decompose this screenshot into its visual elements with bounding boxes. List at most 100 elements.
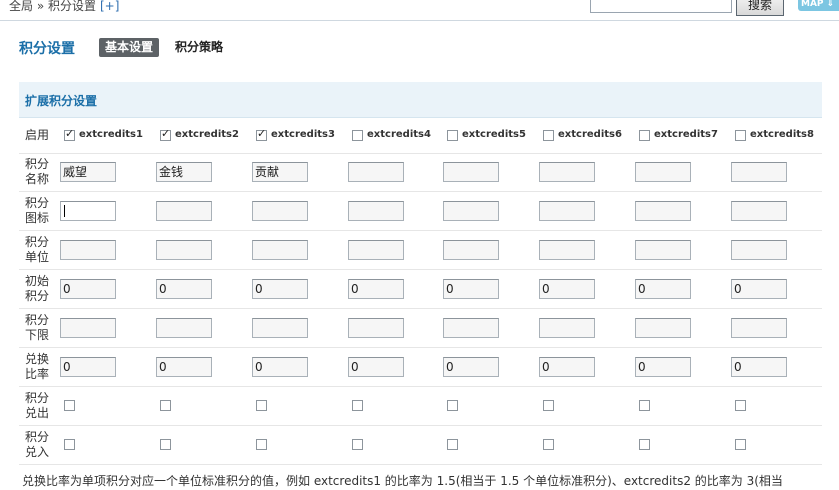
- input-name-7[interactable]: [635, 162, 691, 182]
- input-name-6[interactable]: [539, 162, 595, 182]
- row-label-lower: 积分下限: [25, 313, 50, 342]
- checkbox-allow_in-1[interactable]: [64, 439, 75, 450]
- input-initial-8[interactable]: 0: [731, 279, 787, 299]
- top-bar: 全局 » 积分设置 [+] 搜索 MAP ⇓: [0, 0, 839, 21]
- checkbox-allow_out-8[interactable]: [735, 400, 746, 411]
- checkbox-allow_in-5[interactable]: [447, 439, 458, 450]
- breadcrumb-add-link[interactable]: [+]: [100, 0, 119, 13]
- enable-checkbox-extcredits1[interactable]: [64, 127, 75, 141]
- tab-basic-settings[interactable]: 基本设置: [99, 38, 160, 57]
- input-initial-1[interactable]: 0: [60, 279, 116, 299]
- row-name: 积分名称 威望 金钱 贡献: [19, 153, 822, 192]
- enable-checkbox-extcredits4[interactable]: [352, 130, 363, 141]
- input-initial-6[interactable]: 0: [539, 279, 595, 299]
- input-lower-4[interactable]: [348, 318, 404, 338]
- input-ratio-3[interactable]: 0: [252, 357, 308, 377]
- breadcrumb: 全局 » 积分设置 [+]: [9, 0, 119, 14]
- input-ratio-7[interactable]: 0: [635, 357, 691, 377]
- enable-checkbox-extcredits7[interactable]: [639, 130, 650, 141]
- input-icon-8[interactable]: [731, 201, 787, 221]
- input-unit-6[interactable]: [539, 240, 595, 260]
- row-label-enable: 启用: [25, 128, 50, 142]
- enable-checkbox-extcredits2[interactable]: [160, 127, 171, 141]
- input-icon-1[interactable]: [60, 201, 116, 221]
- row-lower: 积分下限: [19, 309, 822, 348]
- input-lower-3[interactable]: [252, 318, 308, 338]
- input-unit-8[interactable]: [731, 240, 787, 260]
- input-icon-5[interactable]: [443, 201, 499, 221]
- input-name-4[interactable]: [348, 162, 404, 182]
- input-lower-8[interactable]: [731, 318, 787, 338]
- checkbox-allow_in-6[interactable]: [543, 439, 554, 450]
- input-icon-6[interactable]: [539, 201, 595, 221]
- row-initial: 初始积分 0 0 0 0 0 0 0 0: [19, 270, 822, 309]
- input-lower-5[interactable]: [443, 318, 499, 338]
- input-ratio-2[interactable]: 0: [156, 357, 212, 377]
- input-icon-4[interactable]: [348, 201, 404, 221]
- checkbox-allow_in-7[interactable]: [639, 439, 650, 450]
- search-input[interactable]: [590, 0, 732, 13]
- search-button[interactable]: 搜索: [736, 0, 784, 16]
- input-icon-3[interactable]: [252, 201, 308, 221]
- page-title: 积分设置: [19, 41, 75, 57]
- input-name-8[interactable]: [731, 162, 787, 182]
- enable-checkbox-extcredits8[interactable]: [735, 130, 746, 141]
- input-ratio-8[interactable]: 0: [731, 357, 787, 377]
- enable-label-extcredits7: extcredits7: [654, 129, 718, 140]
- input-initial-7[interactable]: 0: [635, 279, 691, 299]
- enable-checkbox-extcredits6[interactable]: [543, 130, 554, 141]
- checkbox-allow_out-4[interactable]: [352, 400, 363, 411]
- checkbox-allow_out-1[interactable]: [64, 400, 75, 411]
- checkbox-allow_out-2[interactable]: [160, 400, 171, 411]
- enable-label-extcredits5: extcredits5: [462, 129, 526, 140]
- enable-checkbox-extcredits3[interactable]: [256, 127, 267, 141]
- input-unit-7[interactable]: [635, 240, 691, 260]
- checkbox-allow_in-8[interactable]: [735, 439, 746, 450]
- row-label-allow_out: 积分兑出: [25, 391, 50, 420]
- input-lower-7[interactable]: [635, 318, 691, 338]
- checkbox-allow_in-2[interactable]: [160, 439, 171, 450]
- breadcrumb-text: 全局 » 积分设置: [9, 0, 96, 13]
- input-lower-6[interactable]: [539, 318, 595, 338]
- input-unit-5[interactable]: [443, 240, 499, 260]
- enable-checkbox-extcredits5[interactable]: [447, 130, 458, 141]
- checkbox-allow_in-4[interactable]: [352, 439, 363, 450]
- enable-label-extcredits8: extcredits8: [750, 129, 814, 140]
- row-label-allow_in: 积分兑入: [25, 430, 50, 459]
- row-label-initial: 初始积分: [25, 274, 50, 303]
- tab-credit-policy[interactable]: 积分策略: [175, 38, 223, 57]
- input-ratio-6[interactable]: 0: [539, 357, 595, 377]
- input-name-5[interactable]: [443, 162, 499, 182]
- input-ratio-4[interactable]: 0: [348, 357, 404, 377]
- input-lower-2[interactable]: [156, 318, 212, 338]
- input-name-1[interactable]: 威望: [60, 162, 116, 182]
- input-lower-1[interactable]: [60, 318, 116, 338]
- input-icon-2[interactable]: [156, 201, 212, 221]
- input-icon-7[interactable]: [635, 201, 691, 221]
- input-ratio-1[interactable]: 0: [60, 357, 116, 377]
- row-allow_in: 积分兑入: [19, 426, 822, 465]
- input-initial-5[interactable]: 0: [443, 279, 499, 299]
- row-allow_out: 积分兑出: [19, 387, 822, 426]
- input-initial-4[interactable]: 0: [348, 279, 404, 299]
- enable-label-extcredits1: extcredits1: [79, 129, 143, 140]
- input-unit-1[interactable]: [60, 240, 116, 260]
- input-name-2[interactable]: 金钱: [156, 162, 212, 182]
- row-label-unit: 积分单位: [25, 235, 50, 264]
- checkbox-allow_out-5[interactable]: [447, 400, 458, 411]
- row-label-name: 积分名称: [25, 157, 50, 186]
- input-initial-3[interactable]: 0: [252, 279, 308, 299]
- checkbox-allow_out-3[interactable]: [256, 400, 267, 411]
- input-unit-4[interactable]: [348, 240, 404, 260]
- checkbox-allow_out-6[interactable]: [543, 400, 554, 411]
- input-unit-3[interactable]: [252, 240, 308, 260]
- row-icon: 积分图标: [19, 192, 822, 231]
- map-button[interactable]: MAP ⇓: [798, 0, 839, 11]
- input-initial-2[interactable]: 0: [156, 279, 212, 299]
- input-ratio-5[interactable]: 0: [443, 357, 499, 377]
- row-ratio: 兑换比率 0 0 0 0 0 0 0 0: [19, 348, 822, 387]
- checkbox-allow_out-7[interactable]: [639, 400, 650, 411]
- checkbox-allow_in-3[interactable]: [256, 439, 267, 450]
- input-name-3[interactable]: 贡献: [252, 162, 308, 182]
- input-unit-2[interactable]: [156, 240, 212, 260]
